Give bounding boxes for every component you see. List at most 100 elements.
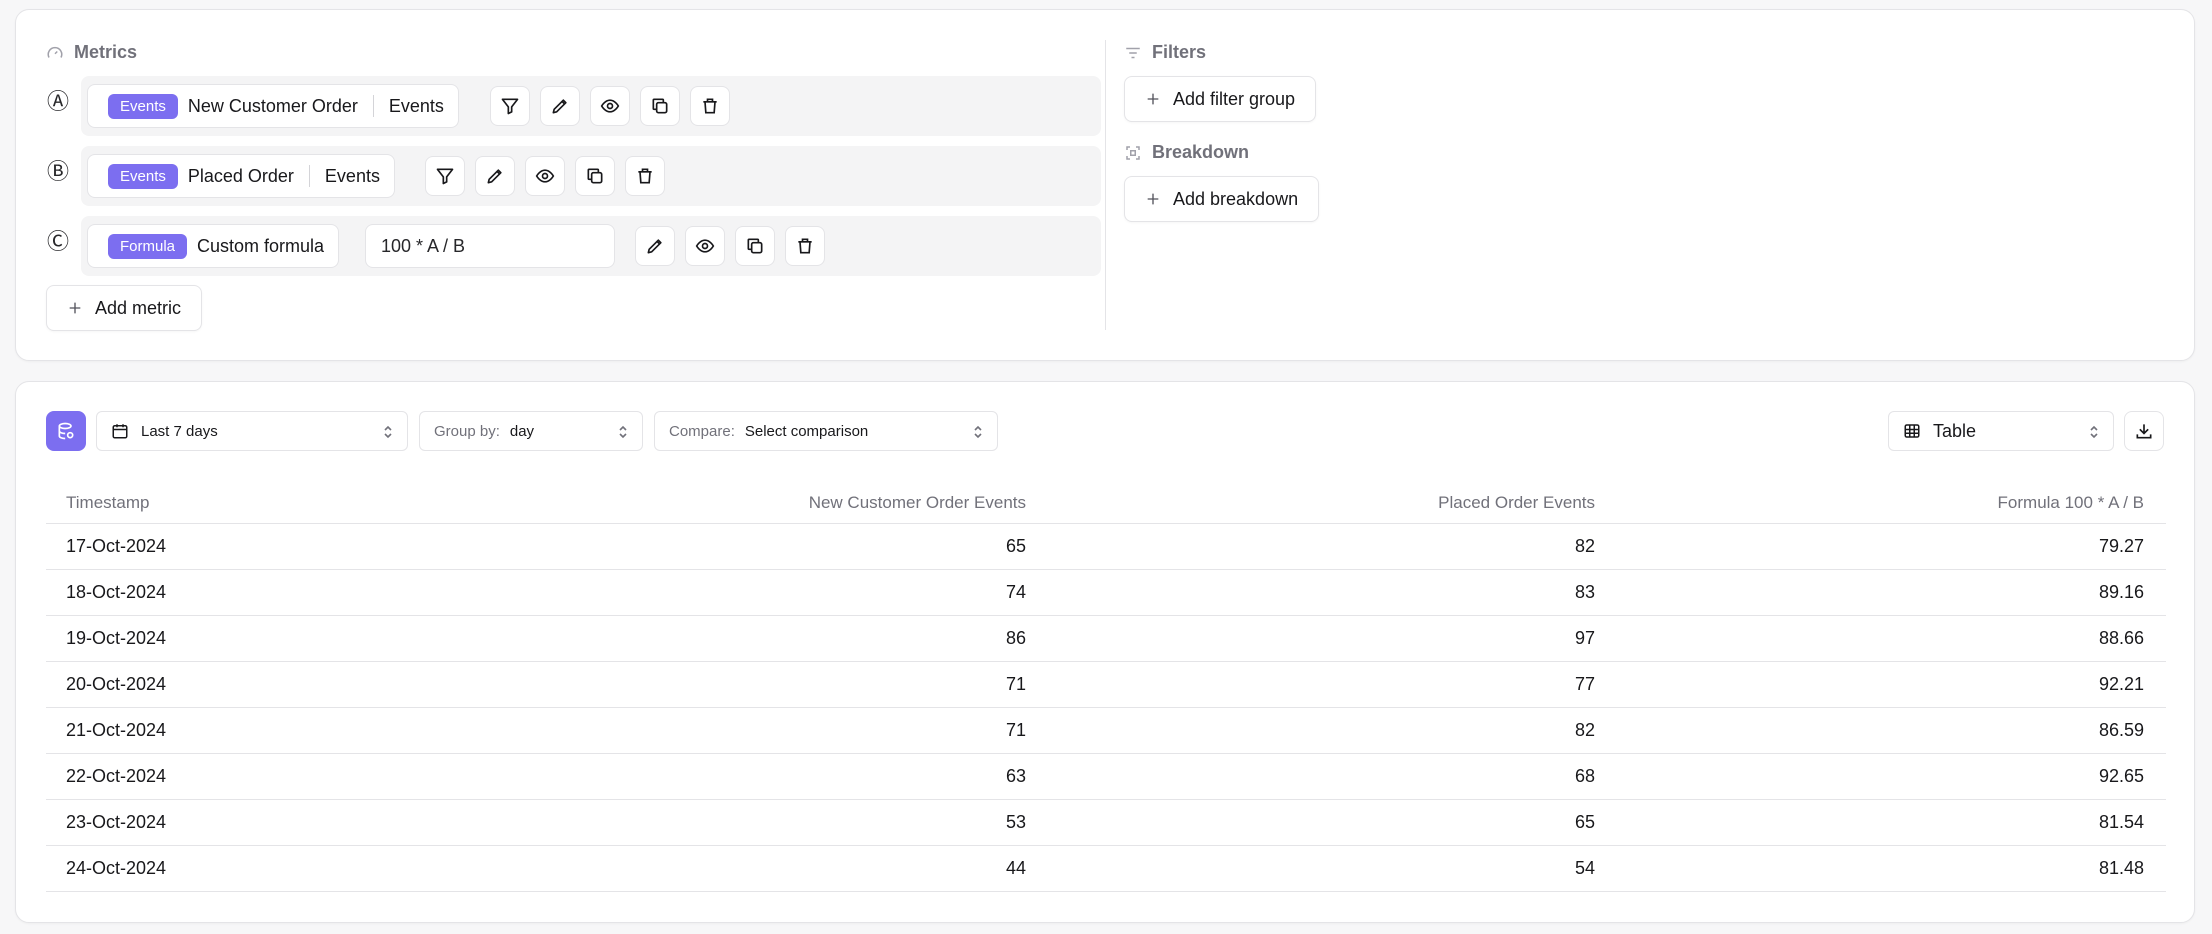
date-range-value: Last 7 days [141, 422, 218, 440]
eye-icon [600, 99, 620, 113]
copy-icon [747, 238, 763, 254]
cell-metric-b: 82 [1574, 536, 1595, 556]
cell-timestamp: 21-Oct-2024 [66, 720, 167, 740]
results-card: Last 7 days Group by: day Compare: Selec… [15, 381, 2195, 923]
column-header-formula[interactable]: Formula 100 * A / B [1595, 493, 2144, 513]
metric-c-duplicate-button[interactable] [735, 226, 775, 266]
divider [308, 165, 310, 187]
compare-value: Select comparison [744, 422, 869, 440]
metric-row-b: Events Placed Order Events [81, 146, 1101, 206]
plus-icon [1147, 193, 1159, 205]
metric-a-name: New Customer Order [187, 95, 358, 116]
cell-timestamp: 22-Oct-2024 [66, 766, 167, 786]
metric-a-edit-button[interactable] [540, 86, 580, 126]
metric-row-a: Events New Customer Order Events [81, 76, 1101, 136]
formula-input[interactable]: 100 * A / B [365, 224, 615, 268]
metric-a-visibility-button[interactable] [590, 86, 630, 126]
metric-c-visibility-button[interactable] [685, 226, 725, 266]
chevron-up-down-icon [619, 425, 627, 439]
cell-metric-b: 83 [1574, 582, 1595, 602]
divider [372, 95, 374, 117]
view-type-select[interactable]: Table [1888, 411, 2114, 451]
scan-icon [1126, 145, 1140, 160]
cell-metric-a: 71 [1005, 720, 1026, 740]
download-button[interactable] [2124, 411, 2164, 451]
data-source-button[interactable] [46, 411, 86, 451]
metric-a-delete-button[interactable] [690, 86, 730, 126]
table-header: Timestamp New Customer Order Events Plac… [46, 482, 2166, 524]
calendar-icon [112, 424, 128, 439]
cell-metric-a: 71 [1005, 674, 1026, 694]
cell-timestamp: 18-Oct-2024 [66, 582, 167, 602]
breakdown-title: Breakdown [1152, 142, 1250, 162]
add-metric-button[interactable]: Add metric [46, 285, 203, 331]
plus-icon [1147, 93, 1159, 105]
table-row: 22-Oct-2024 63 68 92.65 [46, 754, 2166, 800]
metric-b-duplicate-button[interactable] [575, 156, 615, 196]
metric-a-selector[interactable]: Events New Customer Order Events [87, 84, 459, 128]
cell-formula: 81.54 [2098, 812, 2144, 832]
metric-b-delete-button[interactable] [625, 156, 665, 196]
cell-formula: 89.16 [2098, 582, 2144, 602]
compare-select[interactable]: Compare: Select comparison [654, 411, 998, 451]
add-filter-group-button[interactable]: Add filter group [1124, 76, 1317, 122]
metric-a-badge: Events [108, 93, 178, 119]
metrics-title: Metrics [74, 42, 138, 62]
table-row: 19-Oct-2024 86 97 88.66 [46, 616, 2166, 662]
add-breakdown-label: Add breakdown [1173, 188, 1299, 209]
date-range-select[interactable]: Last 7 days [96, 411, 408, 451]
group-by-value: day [509, 422, 535, 440]
results-table: Timestamp New Customer Order Events Plac… [46, 482, 2166, 892]
group-by-select[interactable]: Group by: day [419, 411, 643, 451]
metric-c-delete-button[interactable] [785, 226, 825, 266]
filters-title: Filters [1152, 42, 1207, 62]
trash-icon [798, 238, 812, 254]
pencil-icon [552, 99, 567, 114]
group-by-label: Group by: [434, 422, 500, 440]
cell-metric-b: 97 [1574, 628, 1595, 648]
metric-a-duplicate-button[interactable] [640, 86, 680, 126]
metric-c-badge: Formula [108, 233, 188, 259]
column-header-timestamp[interactable]: Timestamp [46, 493, 566, 513]
metric-b-name: Placed Order [187, 165, 294, 186]
pencil-icon [487, 169, 502, 184]
gauge-icon [47, 46, 63, 58]
section-divider [1105, 40, 1106, 330]
filters-section-title: Filters [1124, 42, 1206, 63]
metric-letter-b: Ⓑ [46, 159, 69, 184]
compare-label: Compare: [669, 422, 735, 440]
eye-icon [695, 239, 715, 253]
cell-metric-b: 65 [1574, 812, 1595, 832]
trash-icon [703, 98, 717, 114]
metrics-section-title: Metrics [46, 42, 137, 63]
cell-metric-a: 74 [1005, 582, 1026, 602]
view-type-value: Table [1933, 420, 1977, 441]
metric-b-visibility-button[interactable] [525, 156, 565, 196]
metric-a-type: Events [388, 95, 444, 116]
breakdown-section-title: Breakdown [1124, 142, 1249, 163]
download-icon [2136, 424, 2152, 439]
cell-formula: 86.59 [2098, 720, 2144, 740]
filter-icon [501, 98, 519, 115]
eye-icon [535, 169, 555, 183]
add-breakdown-button[interactable]: Add breakdown [1124, 176, 1320, 222]
metric-letter-a: Ⓐ [46, 89, 69, 114]
column-header-metric-b[interactable]: Placed Order Events [1026, 493, 1595, 513]
column-header-metric-a[interactable]: New Customer Order Events [566, 493, 1026, 513]
pencil-icon [647, 239, 662, 254]
cell-formula: 88.66 [2098, 628, 2144, 648]
metric-c-edit-button[interactable] [635, 226, 675, 266]
metric-c-selector[interactable]: Formula Custom formula [87, 224, 340, 268]
copy-icon [587, 168, 603, 184]
table-row: 23-Oct-2024 53 65 81.54 [46, 800, 2166, 846]
chevron-up-down-icon [384, 425, 392, 439]
metric-b-edit-button[interactable] [475, 156, 515, 196]
metric-row-c: Formula Custom formula 100 * A / B [81, 216, 1101, 276]
metric-b-selector[interactable]: Events Placed Order Events [87, 154, 395, 198]
metric-a-filter-button[interactable] [490, 86, 530, 126]
metric-b-filter-button[interactable] [425, 156, 465, 196]
cell-metric-b: 77 [1574, 674, 1595, 694]
table-row: 18-Oct-2024 74 83 89.16 [46, 570, 2166, 616]
cell-metric-a: 63 [1005, 766, 1026, 786]
add-filter-group-label: Add filter group [1173, 88, 1296, 109]
